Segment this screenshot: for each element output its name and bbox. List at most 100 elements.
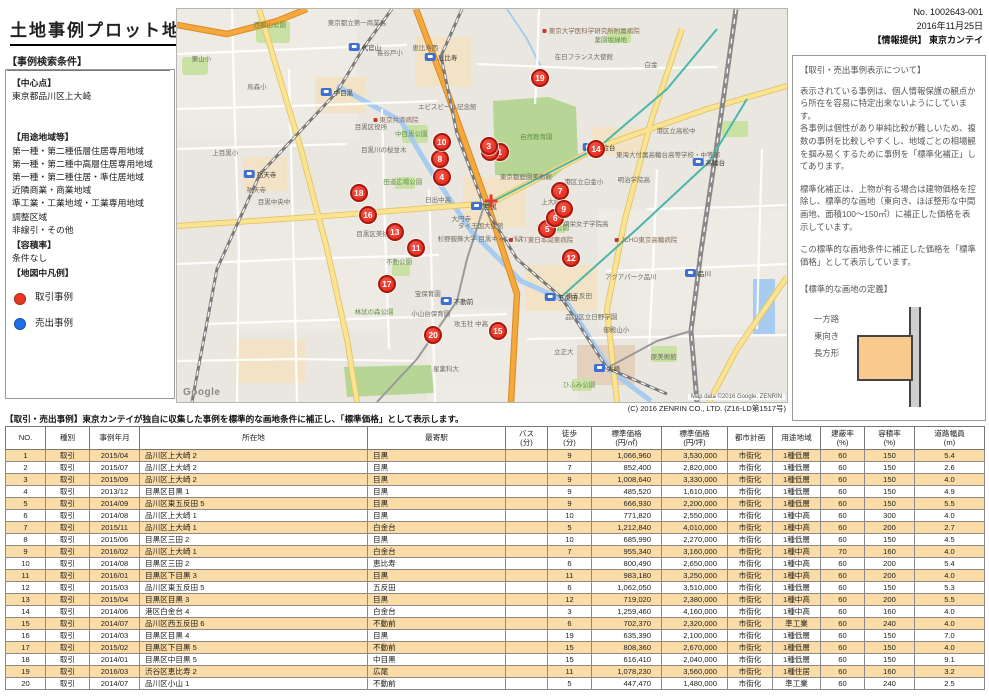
- table-row-7: 7取引2015/11品川区上大崎 1白金台51,212,8404,010,000…: [6, 522, 985, 534]
- map-marker-19[interactable]: 19: [531, 69, 549, 87]
- map-marker-9[interactable]: 9: [555, 200, 573, 218]
- cell: 60: [821, 450, 865, 462]
- map-marker-10[interactable]: 10: [433, 133, 451, 151]
- map-marker-17[interactable]: 17: [378, 275, 396, 293]
- cell: 2,820,000: [662, 462, 728, 474]
- column-header-line1: 事例年月: [90, 433, 139, 442]
- lot-rectangle-icon: [857, 335, 913, 381]
- column-header-line1: 標準価格: [662, 429, 727, 438]
- cell: 取引: [46, 498, 90, 510]
- cell: 1種低層: [773, 450, 821, 462]
- cell: 14: [6, 606, 46, 618]
- case-plot-map[interactable]: 西郷山公園東京都立第一商業高長谷戸小恵比寿西エビスビール記念館東京共済病院目黒区…: [176, 8, 788, 403]
- map-label: 御殿山小: [603, 324, 629, 334]
- cell: 取引: [46, 678, 90, 690]
- map-label: 恵比寿西: [412, 42, 438, 52]
- cell: 5.4: [915, 558, 985, 570]
- parcel-definition: 一方路東向き長方形: [800, 301, 978, 413]
- map-marker-20[interactable]: 20: [424, 326, 442, 344]
- cell: [506, 534, 548, 546]
- cell: 目黒区目黒 4: [140, 630, 368, 642]
- map-marker-18[interactable]: 18: [350, 184, 368, 202]
- table-row-9: 9取引2016/02品川区上大崎 1白金台7955,3403,160,000市街…: [6, 546, 985, 558]
- legend-list: 取引事例売出事例: [12, 291, 168, 331]
- map-label: 目黒区役所: [355, 121, 388, 131]
- column-header-line1: 種別: [46, 433, 89, 442]
- station-name-label: 五反田: [558, 292, 578, 302]
- cell: 取引: [46, 618, 90, 630]
- cell: 2015/04: [90, 594, 140, 606]
- table-row-1: 1取引2015/04品川区上大崎 2目黒91,066,9603,530,000市…: [6, 450, 985, 462]
- cell: 10: [548, 534, 592, 546]
- cell: 品川区上大崎 2: [140, 462, 368, 474]
- cell: 2014/09: [90, 498, 140, 510]
- cell: [506, 498, 548, 510]
- cell: 3,530,000: [662, 450, 728, 462]
- cell: 市街化: [728, 546, 773, 558]
- cell: 15: [548, 642, 592, 654]
- cell: 2,670,000: [662, 642, 728, 654]
- cell: 取引: [46, 642, 90, 654]
- cell: 1種中高: [773, 606, 821, 618]
- report-page: 土地事例プロット地図 No. 1002643-001 2016年11月25日 【…: [0, 0, 989, 700]
- cell: 市街化: [728, 642, 773, 654]
- cell: 中目黒: [368, 654, 506, 666]
- map-label: 在日フランス大使館: [555, 51, 613, 61]
- cell: 2,550,000: [662, 510, 728, 522]
- cell: 6: [548, 558, 592, 570]
- cell: 目黒: [368, 498, 506, 510]
- cell: 2013/12: [90, 486, 140, 498]
- cell: 港区白金台 4: [140, 606, 368, 618]
- map-marker-4[interactable]: 4: [433, 168, 451, 186]
- cell: 240: [865, 678, 915, 690]
- column-header-line1: NO.: [6, 433, 45, 442]
- train-station-icon: [685, 269, 696, 277]
- cell: 9: [6, 546, 46, 558]
- map-data-attribution: Map data ©2016 Google, ZENRIN: [688, 394, 785, 400]
- cell: 4.0: [915, 606, 985, 618]
- cell: [506, 558, 548, 570]
- parcel-definition-item: 長方形: [814, 345, 839, 362]
- cell: 11: [548, 570, 592, 582]
- map-label: 不動公園: [386, 256, 412, 266]
- column-header: 標準価格(円/坪): [662, 427, 728, 450]
- cell: 70: [821, 546, 865, 558]
- map-marker-15[interactable]: 15: [489, 322, 507, 340]
- cell: 2.5: [915, 678, 985, 690]
- map-marker-11[interactable]: 11: [407, 239, 425, 257]
- cell: 1,259,460: [592, 606, 662, 618]
- cell: 1種低層: [773, 486, 821, 498]
- table-row-11: 11取引2016/01目黒区下目黒 3目黒11983,1803,250,000市…: [6, 570, 985, 582]
- table-row-20: 20取引2014/07品川区小山 1不動前5447,4701,480,000市街…: [6, 678, 985, 690]
- cell: 1種低層: [773, 498, 821, 510]
- map-marker-3[interactable]: 3: [480, 137, 498, 155]
- cell: 市街化: [728, 570, 773, 582]
- column-header: 最寄駅: [368, 427, 506, 450]
- cell: 4,160,000: [662, 606, 728, 618]
- cell: 7: [548, 462, 592, 474]
- search-conditions-panel: 【中心点】 東京都品川区上大崎 【用途地域等】 第一種・第二種低層住居専用地域第…: [5, 69, 175, 399]
- cell: 取引: [46, 606, 90, 618]
- cell: 2.6: [915, 462, 985, 474]
- map-marker-16[interactable]: 16: [359, 206, 377, 224]
- map-marker-13[interactable]: 13: [386, 223, 404, 241]
- train-station-icon: [349, 43, 360, 51]
- column-header-line2: (%): [821, 438, 864, 447]
- station-品川: 品川: [685, 268, 711, 278]
- cell: 2014/03: [90, 630, 140, 642]
- cell: 五反田: [368, 582, 506, 594]
- map-marker-8[interactable]: 8: [431, 150, 449, 168]
- cell: [506, 522, 548, 534]
- cell: 3,330,000: [662, 474, 728, 486]
- column-header: 道路幅員(m): [915, 427, 985, 450]
- column-header-line1: 標準価格: [592, 429, 661, 438]
- map-marker-12[interactable]: 12: [562, 249, 580, 267]
- map-marker-7[interactable]: 7: [551, 182, 569, 200]
- cell: 目黒区中目黒 5: [140, 654, 368, 666]
- cell: 4.0: [915, 546, 985, 558]
- cell: 目黒区三田 2: [140, 534, 368, 546]
- column-header-line2: (円/㎡): [592, 438, 661, 447]
- cell: 2: [6, 462, 46, 474]
- map-marker-14[interactable]: 14: [587, 140, 605, 158]
- cell: [506, 462, 548, 474]
